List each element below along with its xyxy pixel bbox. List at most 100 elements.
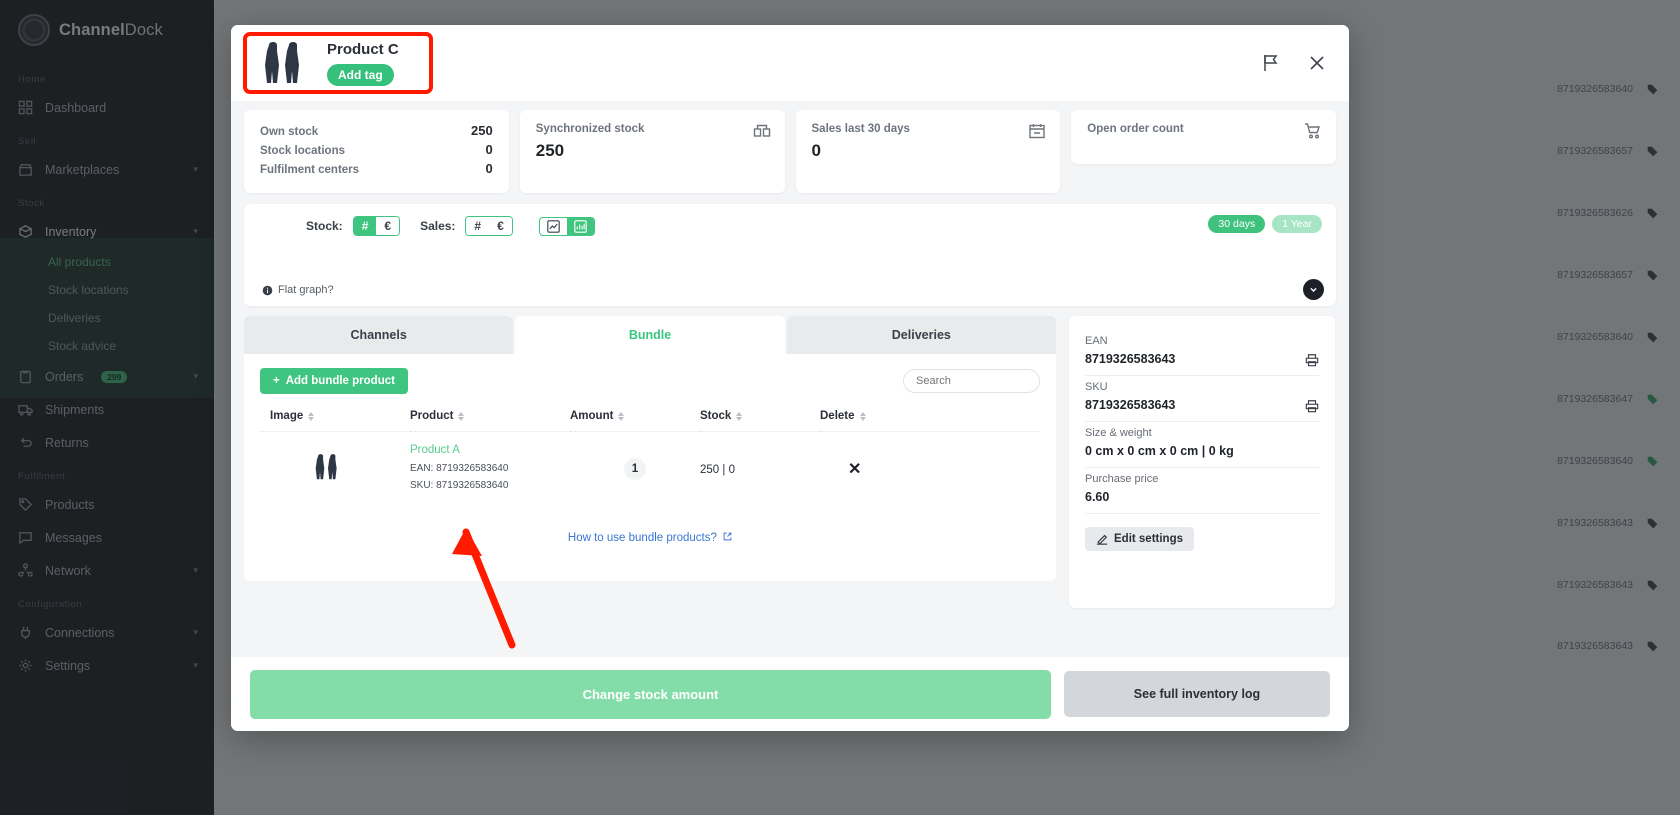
- column-delete-label: Delete: [820, 410, 855, 422]
- product-image: [265, 42, 299, 83]
- delete-row-button[interactable]: ✕: [848, 461, 861, 478]
- size-weight-label: Size & weight: [1085, 427, 1152, 439]
- bundle-amount-value[interactable]: 1: [624, 458, 646, 480]
- stock-unit-currency-option[interactable]: €: [376, 217, 400, 235]
- modal-footer: Change stock amount See full inventory l…: [231, 657, 1349, 731]
- stock-unit-toggle[interactable]: # €: [352, 216, 401, 236]
- bundle-table-head: Image Product Amount Stock Delete: [260, 406, 1040, 432]
- chart-type-toggle[interactable]: [538, 216, 595, 236]
- bundle-stock-value: 250 | 0: [700, 464, 735, 476]
- sales-toggle-label: Sales:: [420, 219, 456, 233]
- tab-bundle[interactable]: Bundle: [515, 316, 785, 354]
- cell-stock: 250 | 0: [700, 432, 820, 507]
- bar-chart-icon[interactable]: [566, 217, 594, 235]
- column-image[interactable]: Image: [260, 406, 410, 432]
- edit-settings-button[interactable]: Edit settings: [1085, 527, 1195, 551]
- app-root: ChannelDock Home Dashboard Sell Marketpl…: [0, 0, 1680, 815]
- close-icon[interactable]: [1307, 53, 1327, 73]
- cart-icon: [1305, 123, 1320, 139]
- calendar-icon: [1029, 124, 1045, 139]
- sales-unit-count-option[interactable]: #: [466, 217, 490, 235]
- purchase-price-value: 6.60: [1085, 490, 1110, 504]
- product-header-card-highlighted: Product C Add tag: [243, 32, 433, 94]
- sort-icon[interactable]: [458, 411, 465, 421]
- stock-locations-value: 0: [485, 142, 493, 157]
- bundle-product-sku: SKU: 8719326583640: [410, 479, 509, 491]
- external-link-icon: [723, 532, 732, 541]
- sku-value: 8719326583643: [1085, 398, 1176, 412]
- cell-product: Product A EAN: 8719326583640 SKU: 871932…: [410, 432, 570, 507]
- add-bundle-product-label: Add bundle product: [285, 375, 395, 387]
- add-tag-button[interactable]: Add tag: [327, 63, 394, 86]
- lower-section: Channels Bundle Deliveries + Add bundle …: [244, 316, 1336, 608]
- printer-icon[interactable]: [1305, 399, 1319, 413]
- search-input[interactable]: [903, 369, 1040, 393]
- range-30-days-pill[interactable]: 30 days: [1208, 215, 1266, 233]
- sales-unit-toggle[interactable]: # €: [465, 216, 513, 236]
- stock-graph-panel: Stock: # € Sales: # € 30 days 1 Year Fla…: [244, 204, 1336, 306]
- column-product[interactable]: Product: [410, 406, 570, 432]
- modal-header-actions: [1261, 53, 1327, 73]
- bundle-product-ean: EAN: 8719326583640: [410, 463, 509, 474]
- bundle-table-body: Product A EAN: 8719326583640 SKU: 871932…: [260, 432, 1040, 507]
- own-stock-card: Own stock 250 Stock locations 0 Fulfilme…: [244, 110, 509, 193]
- ean-block: EAN 8719326583643: [1085, 330, 1319, 376]
- modal-header: Product C Add tag: [231, 25, 1349, 101]
- sort-icon[interactable]: [736, 411, 743, 421]
- sales-unit-currency-option[interactable]: €: [489, 217, 512, 235]
- package-icon: [753, 124, 770, 137]
- synchronized-stock-label: Synchronized stock: [535, 123, 645, 135]
- bundle-product-link[interactable]: Product A: [410, 444, 570, 456]
- cell-delete: ✕: [820, 432, 1040, 507]
- column-product-label: Product: [410, 410, 454, 422]
- sales-last-30-days-value: 0: [811, 141, 821, 160]
- flat-graph-link[interactable]: Flat graph?: [262, 284, 334, 296]
- open-order-count-label: Open order count: [1087, 123, 1184, 135]
- fulfilment-centers-value: 0: [485, 161, 493, 176]
- own-stock-label: Own stock: [260, 126, 319, 138]
- synchronized-stock-value: 250: [535, 141, 565, 160]
- column-amount-label: Amount: [570, 410, 614, 422]
- sales-last-30-days-card: Sales last 30 days 0: [795, 110, 1061, 193]
- time-range-toggle[interactable]: 30 days 1 Year: [1208, 215, 1322, 233]
- tab-deliveries[interactable]: Deliveries: [786, 316, 1056, 354]
- purchase-price-block: Purchase price 6.60: [1085, 468, 1319, 514]
- stat-cards: Own stock 250 Stock locations 0 Fulfilme…: [244, 110, 1336, 193]
- sort-icon[interactable]: [308, 411, 315, 421]
- purchase-price-label: Purchase price: [1085, 473, 1159, 485]
- ruler-icon: [1096, 534, 1108, 545]
- graph-toolbar: Stock: # € Sales: # €: [244, 204, 1336, 236]
- size-weight-value: 0 cm x 0 cm x 0 cm | 0 kg: [1085, 444, 1234, 458]
- synchronized-stock-card: Synchronized stock 250: [519, 110, 785, 193]
- product-info-panel: EAN 8719326583643 SKU 8719326583643 Size…: [1069, 316, 1335, 608]
- stock-locations-line: Stock locations 0: [260, 142, 493, 157]
- bundle-table-header-row: Image Product Amount Stock Delete: [260, 406, 1040, 432]
- column-image-label: Image: [270, 410, 304, 422]
- tab-bar: Channels Bundle Deliveries: [244, 316, 1056, 354]
- ean-label: EAN: [1085, 335, 1108, 347]
- range-1-year-pill[interactable]: 1 Year: [1272, 215, 1322, 233]
- sort-icon[interactable]: [859, 411, 866, 421]
- column-amount[interactable]: Amount: [570, 406, 700, 432]
- change-stock-amount-button[interactable]: Change stock amount: [250, 669, 1051, 719]
- sort-icon[interactable]: [618, 411, 625, 421]
- sales-last-30-days-label: Sales last 30 days: [811, 123, 910, 135]
- flag-icon[interactable]: [1261, 53, 1281, 73]
- printer-icon[interactable]: [1305, 353, 1319, 367]
- modal-body: Own stock 250 Stock locations 0 Fulfilme…: [231, 101, 1349, 657]
- sku-label: SKU: [1085, 381, 1108, 393]
- sku-block: SKU 8719326583643: [1085, 376, 1319, 422]
- flat-graph-label: Flat graph?: [278, 284, 334, 296]
- column-stock-label: Stock: [700, 410, 732, 422]
- column-stock[interactable]: Stock: [700, 406, 820, 432]
- stock-unit-count-option[interactable]: #: [353, 217, 377, 235]
- column-delete[interactable]: Delete: [820, 406, 1040, 432]
- add-bundle-product-button[interactable]: + Add bundle product: [260, 368, 408, 394]
- tab-channels[interactable]: Channels: [244, 316, 514, 354]
- chevron-down-icon[interactable]: [1303, 279, 1324, 300]
- table-row: Product A EAN: 8719326583640 SKU: 871932…: [260, 432, 1040, 507]
- line-chart-icon[interactable]: [540, 218, 567, 235]
- stock-locations-label: Stock locations: [260, 145, 345, 157]
- how-to-use-bundle-link[interactable]: How to use bundle products?: [260, 532, 1040, 544]
- see-full-inventory-log-button[interactable]: See full inventory log: [1064, 671, 1330, 717]
